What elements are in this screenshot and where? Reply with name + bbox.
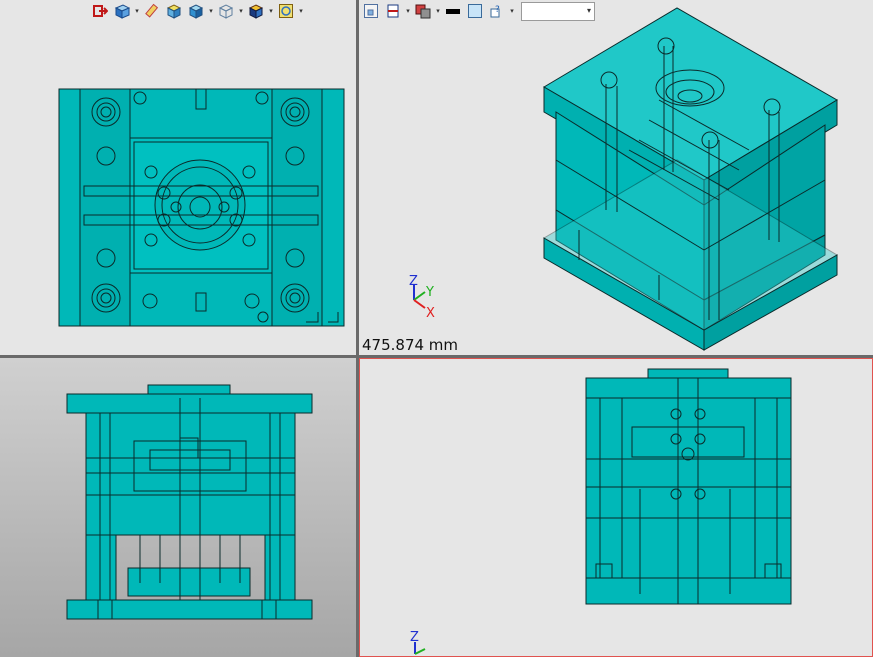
wireframe-cube-icon[interactable] [216, 1, 236, 21]
blue-cube-icon[interactable] [186, 1, 206, 21]
toolbar-left: ▾ ▾ ▾ ▾ ▾ [90, 0, 304, 22]
vertical-splitter[interactable] [356, 0, 359, 657]
chevron-down-icon[interactable]: ▾ [587, 6, 591, 15]
wireframe-cube-dropdown-icon[interactable]: ▾ [238, 1, 244, 21]
half-shaded-cube-dropdown-icon[interactable]: ▾ [268, 1, 274, 21]
toolbar-right: ▾ ▾ ? ▾ ▾ [361, 0, 595, 22]
target-box-dropdown-icon[interactable]: ▾ [298, 1, 304, 21]
half-shaded-cube-icon[interactable] [246, 1, 266, 21]
horizontal-splitter[interactable] [0, 355, 873, 358]
axis-label-z: Z [409, 274, 418, 289]
svg-text:?: ? [495, 5, 500, 15]
display-mode-dropdown-icon[interactable]: ▾ [435, 1, 441, 21]
blue-cube-dropdown-icon[interactable]: ▾ [208, 1, 214, 21]
target-box-icon[interactable] [276, 1, 296, 21]
view-combo-box[interactable]: ▾ [521, 1, 595, 21]
display-mode-icon[interactable] [413, 1, 433, 21]
shaded-cube-icon[interactable] [164, 1, 184, 21]
eraser-icon[interactable] [142, 1, 162, 21]
viewport-top[interactable] [0, 0, 356, 355]
section-view-dropdown-icon[interactable]: ▾ [405, 1, 411, 21]
view-cube-icon[interactable] [112, 1, 132, 21]
mold-front-view [66, 384, 313, 620]
viewport-front[interactable] [0, 358, 356, 657]
fill-color-icon[interactable] [465, 1, 485, 21]
viewport-side[interactable]: Z [359, 358, 873, 657]
zoom-fit-icon[interactable] [361, 1, 381, 21]
section-view-icon[interactable] [383, 1, 403, 21]
viewport-isometric[interactable]: Z Y X [359, 0, 873, 355]
line-color-icon[interactable] [443, 1, 463, 21]
axis-label-z-side: Z [410, 630, 419, 645]
view-cube-dropdown-icon[interactable]: ▾ [134, 1, 140, 21]
info-dropdown-icon[interactable]: ▾ [509, 1, 515, 21]
info-icon[interactable]: ? [487, 1, 507, 21]
mold-isometric-view: Z Y X [409, 7, 838, 351]
exit-icon[interactable] [90, 1, 110, 21]
mold-side-view: Z [410, 368, 792, 655]
measurement-label: 475.874 mm [362, 336, 459, 354]
axis-label-y: Y [425, 285, 434, 300]
axis-label-x: X [426, 306, 435, 321]
mold-top-view [58, 88, 345, 327]
